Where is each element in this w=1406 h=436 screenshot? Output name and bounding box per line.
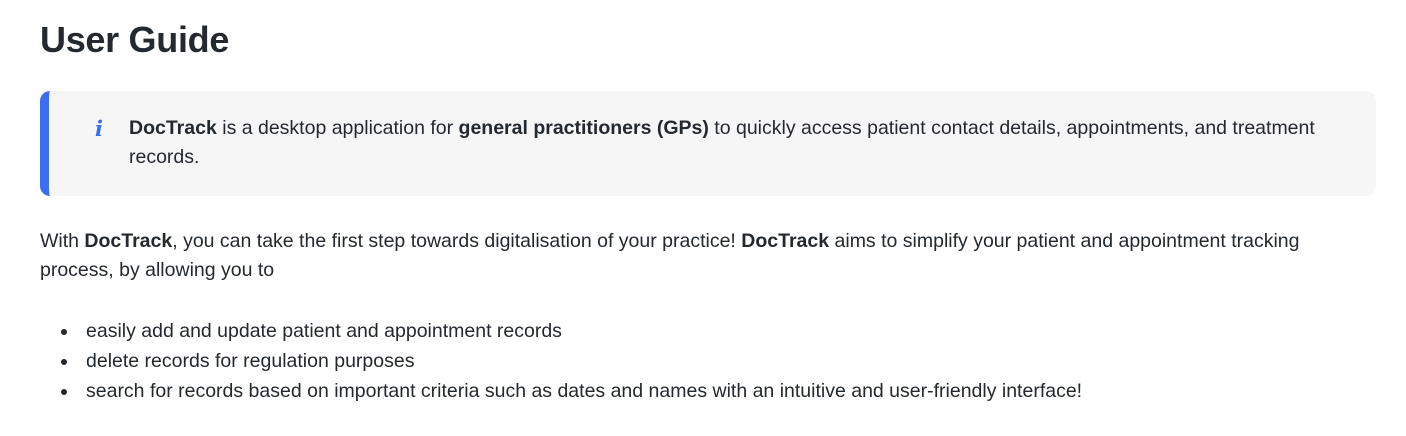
list-item: search for records based on important cr… <box>40 376 1376 406</box>
info-icon: i <box>95 116 103 141</box>
product-name: DocTrack <box>129 117 217 139</box>
product-name: DocTrack <box>84 230 173 252</box>
audience-label: general practitioners (GPs) <box>458 117 709 139</box>
callout-text: DocTrack is a desktop application for ge… <box>129 114 1329 172</box>
intro-text-part: With <box>40 230 85 252</box>
callout-text-part: is a desktop application for <box>216 117 459 139</box>
intro-text-part: , you can take the first step towards di… <box>172 230 742 252</box>
product-name: DocTrack <box>741 230 830 252</box>
intro-paragraph: With DocTrack, you can take the first st… <box>40 227 1376 285</box>
page-title: User Guide <box>40 19 230 60</box>
feature-list: easily add and update patient and appoin… <box>40 316 1376 406</box>
list-item: easily add and update patient and appoin… <box>40 316 1376 346</box>
user-guide-page: User Guide i DocTrack is a desktop appli… <box>40 0 1376 402</box>
info-callout: i DocTrack is a desktop application for … <box>40 91 1376 196</box>
list-item: delete records for regulation purposes <box>40 346 1376 376</box>
